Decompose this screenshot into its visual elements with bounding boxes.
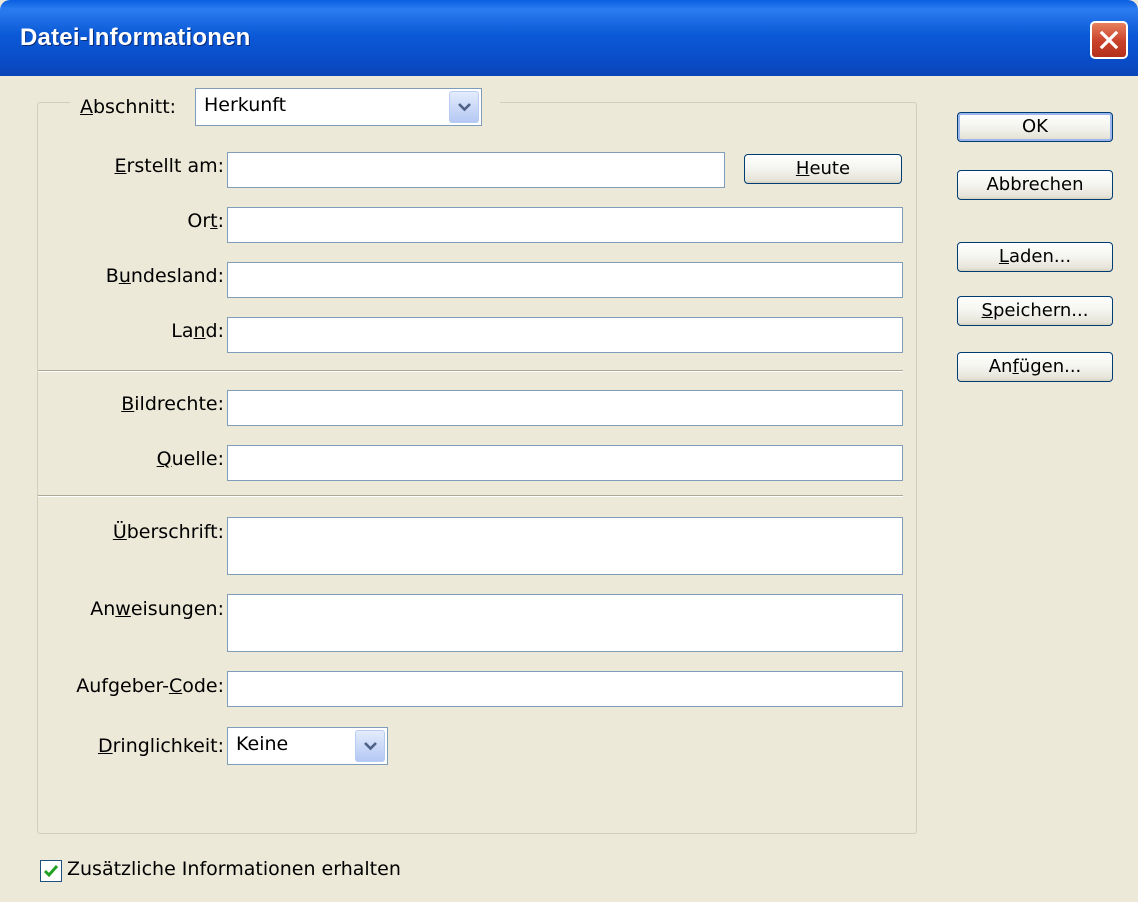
sender-code-label: Aufgeber-Code:: [76, 675, 224, 697]
headline-label: Überschrift:: [112, 521, 224, 543]
title-bar[interactable]: Datei-Informationen: [0, 0, 1138, 76]
created-input[interactable]: [227, 152, 725, 188]
ok-button[interactable]: OK: [957, 112, 1113, 142]
window-title: Datei-Informationen: [20, 24, 251, 51]
checkmark-icon: [43, 865, 59, 878]
source-input[interactable]: [227, 445, 903, 481]
image-rights-input[interactable]: [227, 390, 903, 426]
chevron-down-icon: [458, 103, 471, 112]
append-button[interactable]: Anfügen...: [957, 352, 1113, 382]
city-label: Ort:: [187, 210, 224, 232]
load-button[interactable]: Laden...: [957, 242, 1113, 272]
headline-textarea[interactable]: [227, 517, 903, 575]
country-label: Land:: [171, 320, 224, 342]
section-select[interactable]: Herkunft: [195, 88, 482, 126]
instructions-textarea[interactable]: [227, 594, 903, 652]
section-select-value: Herkunft: [204, 94, 287, 116]
city-input[interactable]: [227, 207, 903, 243]
country-input[interactable]: [227, 317, 903, 353]
urgency-select-value: Keine: [236, 733, 289, 755]
keep-info-label[interactable]: Zusätzliche Informationen erhalten: [67, 858, 401, 880]
cancel-button[interactable]: Abbrechen: [957, 170, 1113, 200]
close-icon: [1099, 30, 1119, 50]
section-dropdown-button[interactable]: [449, 91, 479, 123]
keep-info-checkbox[interactable]: [40, 860, 62, 882]
state-input[interactable]: [227, 262, 903, 298]
state-label: Bundesland:: [105, 265, 224, 287]
created-label: Erstellt am:: [114, 155, 224, 177]
urgency-label: Dringlichkeit:: [97, 735, 224, 757]
save-button[interactable]: Speichern...: [957, 296, 1113, 326]
sender-code-input[interactable]: [227, 671, 903, 707]
instructions-label: Anweisungen:: [90, 598, 224, 620]
today-button[interactable]: Heute: [744, 154, 902, 184]
separator-1: [38, 370, 903, 372]
image-rights-label: Bildrechte:: [121, 393, 224, 415]
chevron-down-icon: [364, 742, 377, 751]
section-label: Abschnitt:: [80, 96, 177, 118]
source-label: Quelle:: [156, 448, 224, 470]
urgency-select[interactable]: Keine: [227, 727, 388, 765]
close-button[interactable]: [1090, 21, 1128, 59]
separator-2: [38, 495, 903, 497]
urgency-dropdown-button[interactable]: [355, 730, 385, 762]
